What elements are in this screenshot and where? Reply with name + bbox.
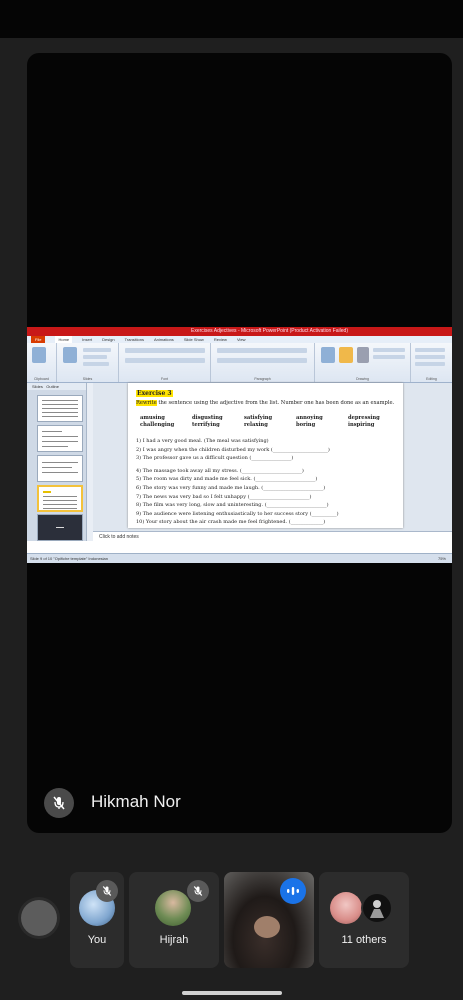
adjective: relaxing <box>244 422 268 428</box>
ppt-ribbon-tabs: File Home Insert Design Transitions Anim… <box>27 336 452 343</box>
adjective: challenging <box>140 422 175 428</box>
meet-screen: Exercises Adjectives - Microsoft PowerPo… <box>0 0 463 1000</box>
ppt-tab-review: Review <box>213 337 227 342</box>
ppt-tab-slideshow: Slide Show <box>183 337 204 342</box>
slide-canvas: Exercise 3 Rewrite the sentence using th… <box>128 383 403 528</box>
instruction-text: the sentence using the adjective from th… <box>156 400 395 406</box>
adjective: terrifying <box>192 422 220 428</box>
adjective: boring <box>296 422 316 428</box>
slide-thumbnail <box>37 514 83 541</box>
exercise-instruction: Rewrite the sentence using the adjective… <box>136 400 401 406</box>
ppt-tab-view: View <box>236 337 246 342</box>
screen-share: Exercises Adjectives - Microsoft PowerPo… <box>27 327 452 563</box>
adjective: annoying <box>296 415 323 421</box>
ppt-status-bar: Slide 9 of 10 "Opifiche template" Indone… <box>27 553 452 563</box>
participant-label: 11 others <box>341 934 387 946</box>
adjective: amusing <box>140 415 165 421</box>
ppt-tab-insert: Insert <box>82 337 93 342</box>
ppt-window-title: Exercises Adjectives - Microsoft PowerPo… <box>27 327 452 336</box>
ribbon-group-paragraph: Paragraph <box>211 343 315 382</box>
instruction-highlight: Rewrite <box>136 400 157 406</box>
sentence: 10) Your story about the air crash made … <box>136 519 326 526</box>
speaker-name: Hikmah Nor <box>91 792 181 811</box>
ribbon-group-slides: Slides <box>57 343 119 382</box>
ppt-tab-transitions: Transitions <box>124 337 145 342</box>
ribbon-group-font: Font <box>119 343 211 382</box>
adjective-list: amusing disgusting satisfying annoying d… <box>140 415 400 428</box>
notes-pane: Click to add notes <box>93 531 452 541</box>
exercise-title: Exercise 3 <box>136 390 173 397</box>
adjective: depressing <box>348 415 380 421</box>
avatar <box>361 892 393 924</box>
sentence: 3) The professor gave us a difficult que… <box>136 455 294 462</box>
sentence: 1) I had a very good meal. (The meal was… <box>136 438 269 444</box>
sentence: 6) The story was very funny and made me … <box>136 484 326 491</box>
slide-thumbnail <box>37 455 83 482</box>
adjective: inspiring <box>348 422 375 428</box>
speaker-muted-icon <box>44 788 74 818</box>
main-stage[interactable]: Exercises Adjectives - Microsoft PowerPo… <box>27 53 452 833</box>
muted-icon <box>187 880 209 902</box>
self-view-button[interactable] <box>18 897 60 939</box>
ppt-tab-design: Design <box>102 337 115 342</box>
ribbon-group-editing: Editing <box>411 343 452 382</box>
participant-tile-others[interactable]: 11 others <box>319 872 409 968</box>
participant-face <box>254 916 280 938</box>
adjective: disgusting <box>192 415 223 421</box>
sentence: 5) The room was dirty and made me feel s… <box>136 476 318 483</box>
status-bar <box>0 0 463 38</box>
participant-tile-you[interactable]: You <box>70 872 124 968</box>
thumbnail-tabs: Slides Outline <box>27 383 86 390</box>
muted-icon <box>96 880 118 902</box>
ribbon-group-clipboard: Clipboard <box>27 343 57 382</box>
ribbon-group-drawing: Drawing <box>315 343 411 382</box>
participant-label: Hijrah <box>159 934 189 946</box>
ppt-workspace: Slides Outline Exercise 3 Rewrite the se… <box>27 383 452 541</box>
slide-thumbnails: Slides Outline <box>27 383 87 541</box>
home-indicator[interactable] <box>182 991 282 995</box>
sentence: 8) The film was very long, slow and unin… <box>136 502 329 509</box>
sentence: 9) The audience were listening enthusias… <box>136 510 339 517</box>
participant-tile-hijrah[interactable]: Hijrah <box>129 872 219 968</box>
sentence-list: 1) I had a very good meal. (The meal was… <box>136 437 401 527</box>
speaking-indicator-icon <box>280 878 306 904</box>
ppt-ribbon: Clipboard Slides Font Paragraph Drawing … <box>27 343 452 383</box>
slide-thumbnail <box>37 395 83 422</box>
ppt-tab-home: Home <box>55 336 73 343</box>
sentence: 2) I was angry when the children disturb… <box>136 446 330 453</box>
participant-tile-speaking[interactable] <box>224 872 314 968</box>
sentence: 4) The massage took away all my stress. … <box>136 467 304 474</box>
status-left-text: Slide 9 of 10 "Opifiche template" Indone… <box>30 556 108 561</box>
avatar <box>155 890 191 926</box>
thumbnail-scrollbar <box>87 383 93 541</box>
participant-label: You <box>87 934 107 946</box>
ppt-tab-file: File <box>31 336 46 343</box>
slide-thumbnail-selected <box>37 485 83 512</box>
sentence: 7) The news was very bad so I felt unhap… <box>136 493 312 500</box>
avatar <box>330 892 362 924</box>
ppt-tab-animations: Animations <box>154 337 174 342</box>
slide-thumbnail <box>37 425 83 452</box>
adjective: satisfying <box>244 415 273 421</box>
zoom-level: 75% <box>437 556 446 561</box>
